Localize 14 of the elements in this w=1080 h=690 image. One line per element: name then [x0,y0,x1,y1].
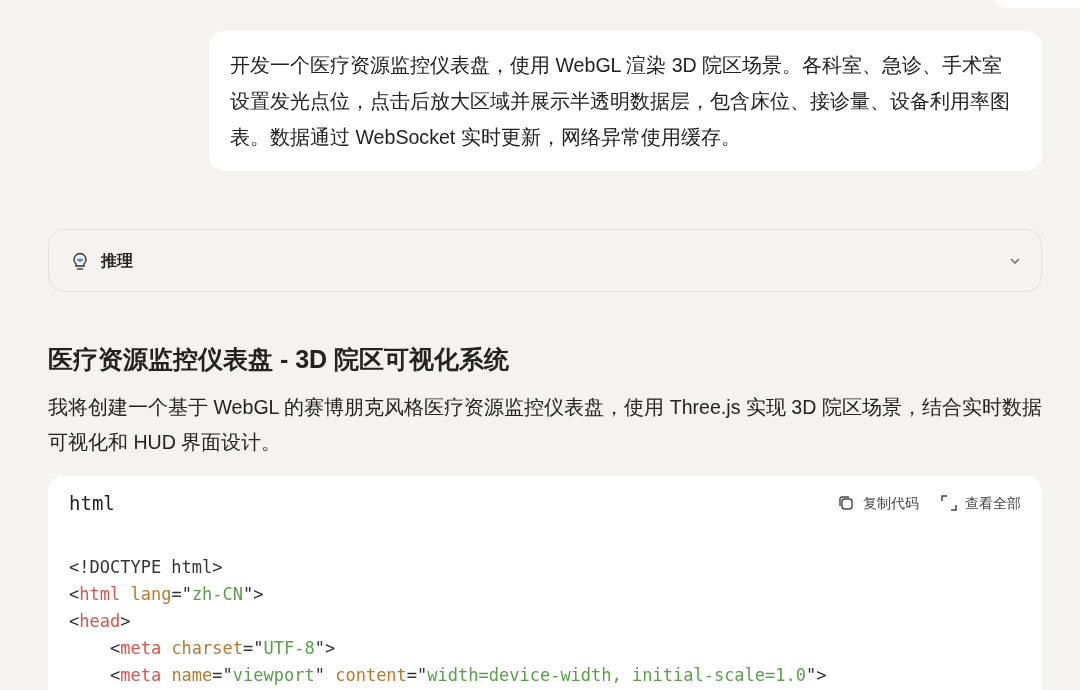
code-language: html [69,490,115,516]
code-line: <meta charset="UTF-8"> [108,637,337,660]
answer-title: 医疗资源监控仪表盘 - 3D 院区可视化系统 [48,344,511,375]
code-line: <meta name="viewport" content="width=device-width, initial-scale=1.0"> [108,664,828,687]
reasoning-toggle[interactable]: 推理 [48,229,1042,292]
code-line: <!DOCTYPE html> [69,556,224,579]
expand-icon [941,495,957,511]
expand-button[interactable]: 查看全部 [941,492,1021,514]
copy-icon [837,494,855,512]
copy-button[interactable]: 复制代码 [837,492,919,514]
code-line: <head> [69,610,132,633]
answer-paragraph: 我将创建一个基于 WebGL 的赛博朋克风格医疗资源监控仪表盘，使用 Three.js 实现 3D 院区场景，结合实时数据可视化和 HUD 界面设计。 [48,395,1042,455]
user-message: 开发一个医疗资源监控仪表盘，使用 WebGL 渲染 3D 院区场景。各科室、急诊、手术室设置发光点位，点击后放大区域并展示半透明数据层，包含床位、接诊量、设备利用率图表。数据通过 WebSocket 实时更新，网络异常使用缓存。 [209,31,1042,171]
code-line: <html lang="zh-CN"> [69,583,265,606]
